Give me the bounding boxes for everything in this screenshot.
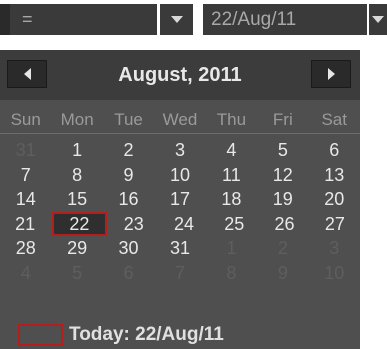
day-cell[interactable]: 8 bbox=[206, 261, 257, 286]
field-edge bbox=[0, 4, 10, 35]
day-cell[interactable]: 25 bbox=[209, 212, 259, 237]
weekday-label: Tue bbox=[114, 110, 143, 129]
day-cell[interactable]: 2 bbox=[103, 138, 154, 163]
triangle-left-icon bbox=[23, 68, 31, 80]
weekday-label: Fri bbox=[272, 110, 293, 129]
day-cell[interactable]: 3 bbox=[154, 138, 205, 163]
day-cell[interactable]: 14 bbox=[0, 187, 51, 212]
chevron-down-icon bbox=[372, 16, 384, 23]
day-cell[interactable]: 9 bbox=[257, 261, 308, 286]
day-cell[interactable]: 28 bbox=[0, 236, 51, 261]
day-cell[interactable]: 9 bbox=[103, 163, 154, 188]
day-cell[interactable]: 7 bbox=[154, 261, 205, 286]
weekday-label: Thu bbox=[216, 110, 247, 129]
day-cell[interactable]: 27 bbox=[310, 212, 360, 237]
day-cell[interactable]: 31 bbox=[0, 138, 51, 163]
day-cell[interactable]: 12 bbox=[257, 163, 308, 188]
day-cell[interactable]: 26 bbox=[259, 212, 309, 237]
week-row: 21 22 23 24 25 26 27 bbox=[0, 211, 360, 237]
day-cell[interactable]: 1 bbox=[206, 236, 257, 261]
day-cell[interactable]: 30 bbox=[103, 236, 154, 261]
day-cell[interactable]: 31 bbox=[154, 236, 205, 261]
week-row: 14 15 16 17 18 19 20 bbox=[0, 187, 360, 212]
day-cell[interactable]: 6 bbox=[103, 261, 154, 286]
day-cell[interactable]: 20 bbox=[309, 187, 360, 212]
week-row: 31 1 2 3 4 5 6 bbox=[0, 138, 360, 163]
day-cell[interactable]: 4 bbox=[206, 138, 257, 163]
date-dropdown-button[interactable] bbox=[369, 4, 387, 35]
operator-field[interactable]: = bbox=[0, 4, 157, 35]
day-cell[interactable]: 24 bbox=[159, 212, 209, 237]
day-cell[interactable]: 6 bbox=[309, 138, 360, 163]
weekday-header: Sun Mon Tue Wed Thu Fri Sat bbox=[0, 108, 360, 134]
weekday-label: Wed bbox=[162, 110, 198, 129]
day-cell[interactable]: 2 bbox=[257, 236, 308, 261]
weekday-label: Mon bbox=[60, 110, 94, 129]
day-cell[interactable]: 1 bbox=[51, 138, 102, 163]
operator-value: = bbox=[22, 9, 33, 29]
week-row: 4 5 6 7 8 9 10 bbox=[0, 261, 360, 286]
day-cell[interactable]: 5 bbox=[257, 138, 308, 163]
day-grid: 31 1 2 3 4 5 6 7 8 9 10 11 12 13 14 15 16 17 18 19 20 21 22 23 2… bbox=[0, 138, 360, 285]
day-cell[interactable]: 7 bbox=[0, 163, 51, 188]
weekday-label: Sun bbox=[10, 110, 41, 129]
next-month-button[interactable] bbox=[311, 60, 351, 88]
day-cell[interactable]: 15 bbox=[51, 187, 102, 212]
day-cell[interactable]: 18 bbox=[206, 187, 257, 212]
date-value: 22/Aug/11 bbox=[211, 9, 297, 30]
filter-bar: = 22/Aug/11 bbox=[0, 0, 387, 40]
day-cell[interactable]: 21 bbox=[0, 212, 50, 237]
day-cell-selected[interactable]: 22 bbox=[52, 211, 107, 236]
day-cell[interactable]: 17 bbox=[154, 187, 205, 212]
day-cell[interactable]: 19 bbox=[257, 187, 308, 212]
month-title: August, 2011 bbox=[118, 64, 242, 86]
day-cell[interactable]: 23 bbox=[109, 212, 159, 237]
week-row: 28 29 30 31 1 2 3 bbox=[0, 236, 360, 261]
day-cell[interactable]: 10 bbox=[154, 163, 205, 188]
operator-dropdown-button[interactable] bbox=[160, 4, 193, 35]
today-footer[interactable]: Today: 22/Aug/11 bbox=[18, 322, 224, 348]
day-cell[interactable]: 8 bbox=[51, 163, 102, 188]
day-cell[interactable]: 5 bbox=[51, 261, 102, 286]
day-cell[interactable]: 16 bbox=[103, 187, 154, 212]
day-cell[interactable]: 29 bbox=[51, 236, 102, 261]
today-indicator bbox=[18, 324, 63, 346]
day-cell[interactable]: 3 bbox=[309, 236, 360, 261]
date-field[interactable]: 22/Aug/11 bbox=[203, 4, 367, 35]
triangle-right-icon bbox=[327, 68, 335, 80]
chevron-down-icon bbox=[170, 16, 183, 23]
week-row: 7 8 9 10 11 12 13 bbox=[0, 163, 360, 188]
calendar-popup: August, 2011 Sun Mon Tue Wed Thu Fri Sat… bbox=[0, 50, 360, 349]
weekday-label: Sat bbox=[321, 110, 347, 129]
day-cell[interactable]: 10 bbox=[309, 261, 360, 286]
day-cell[interactable]: 11 bbox=[206, 163, 257, 188]
prev-month-button[interactable] bbox=[7, 60, 47, 88]
today-label: Today: 22/Aug/11 bbox=[69, 324, 224, 345]
day-cell[interactable]: 4 bbox=[0, 261, 51, 286]
calendar-header: August, 2011 bbox=[0, 50, 360, 100]
day-cell[interactable]: 13 bbox=[309, 163, 360, 188]
